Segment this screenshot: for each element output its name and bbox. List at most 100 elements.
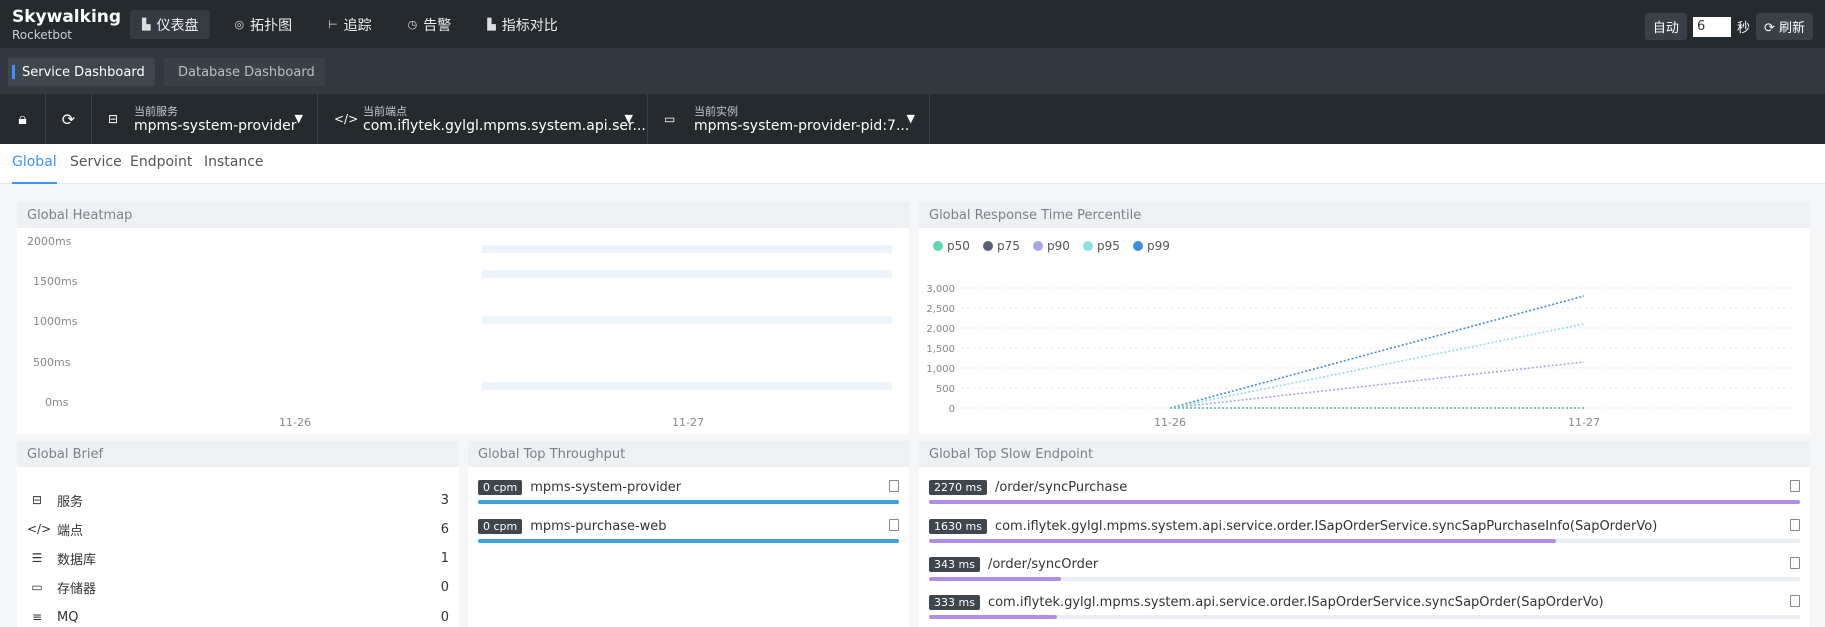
bar-track: [478, 500, 899, 504]
interval-input[interactable]: [1692, 16, 1731, 37]
metric-badge: 1630 ms: [929, 519, 987, 534]
code-icon: </>: [334, 112, 359, 126]
copy-icon[interactable]: [889, 519, 899, 531]
refresh-label: 刷新: [1778, 21, 1805, 36]
slow-endpoint-title: Global Top Slow Endpoint: [919, 441, 1810, 467]
instance-icon: ▭: [664, 112, 676, 126]
y-tick: 1500ms: [33, 275, 78, 288]
copy-icon[interactable]: [889, 480, 899, 492]
reload-button[interactable]: ⟳: [46, 94, 92, 144]
nav-label: 拓扑图: [250, 17, 293, 34]
lock-button[interactable]: 🔒︎: [0, 94, 46, 144]
legend-marker: [983, 241, 993, 251]
heatmap-cell: [482, 270, 892, 278]
list-item[interactable]: 343 ms/order/syncOrder: [929, 557, 1800, 585]
brief-value: 6: [440, 521, 449, 537]
service-selector-label: 当前服务: [134, 105, 178, 118]
chart-grid: 3,000 2,500 2,000 1,500 1,000 500 0: [926, 284, 1794, 415]
copy-icon[interactable]: [1790, 480, 1800, 492]
bar-track: [929, 539, 1800, 543]
y-tick: 2,500: [926, 304, 955, 315]
brief-value: 3: [440, 492, 449, 508]
nav-alarm[interactable]: ◷ 告警: [396, 10, 464, 39]
main-nav: ▙ 仪表盘 ◎ 拓扑图 ⊢ 追踪 ◷ 告警 ▙ 指标对比: [130, 10, 582, 39]
active-marker: [12, 65, 15, 79]
bar-fill: [929, 500, 1800, 504]
item-name: mpms-system-provider: [530, 480, 682, 495]
instance-selector[interactable]: ▭ 当前实例 mpms-system-provider-pid:7... ▼: [648, 94, 930, 144]
nav-label: 仪表盘: [156, 17, 199, 34]
series-line-p95: [1169, 323, 1585, 409]
list-item[interactable]: 2270 ms/order/syncPurchase: [929, 480, 1800, 508]
x-tick: 11-27: [1568, 416, 1600, 429]
interval-unit: 秒: [1736, 21, 1750, 36]
y-tick: 2,000: [926, 324, 955, 335]
heatmap-title: Global Heatmap: [17, 202, 909, 228]
tab-endpoint[interactable]: Endpoint: [130, 154, 192, 184]
brief-label: 数据库: [57, 552, 97, 568]
dashboard-icon: ▙: [142, 18, 151, 31]
brief-row: ⊟ 服务 3: [27, 490, 449, 510]
legend-label[interactable]: p50: [947, 239, 970, 253]
copy-icon[interactable]: [1790, 557, 1800, 569]
tab-instance[interactable]: Instance: [204, 154, 264, 184]
logo-subtitle: Rocketbot: [12, 28, 73, 42]
endpoint-selector-label: 当前端点: [363, 105, 407, 118]
series-line-p99: [1169, 295, 1585, 409]
refresh-icon: ⟳: [1763, 21, 1779, 36]
tab-global[interactable]: Global: [12, 154, 57, 184]
item-name: mpms-purchase-web: [530, 519, 667, 534]
tab-service[interactable]: Service: [70, 154, 122, 184]
y-tick: 2000ms: [27, 235, 72, 248]
nav-topology[interactable]: ◎ 拓扑图: [222, 10, 304, 39]
nav-label: 追踪: [343, 17, 372, 34]
auto-button[interactable]: 自动: [1644, 13, 1687, 40]
chevron-down-icon: ▼: [294, 112, 303, 125]
item-name: com.iflytek.gylgl.mpms.system.api.servic…: [987, 595, 1604, 610]
metric-badge: 343 ms: [929, 557, 980, 572]
dashboard-label: Database Dashboard: [178, 64, 315, 80]
brief-row: ▭ 存储器 0: [27, 577, 449, 597]
instance-selector-value: mpms-system-provider-pid:7...: [694, 118, 910, 134]
metric-badge: 333 ms: [929, 595, 980, 610]
tab-database-dashboard[interactable]: Database Dashboard: [164, 58, 325, 86]
nav-dashboard[interactable]: ▙ 仪表盘: [130, 10, 211, 39]
service-selector[interactable]: ⊟ 当前服务 mpms-system-provider ▼: [92, 94, 318, 144]
nav-trace[interactable]: ⊢ 追踪: [316, 10, 384, 39]
endpoint-selector[interactable]: </> 当前端点 com.iflytek.gylgl.mpms.system.a…: [318, 94, 648, 144]
brief-value: 0: [440, 609, 449, 625]
legend-label[interactable]: p99: [1147, 239, 1170, 253]
item-name: com.iflytek.gylgl.mpms.system.api.servic…: [994, 519, 1658, 534]
topology-icon: ◎: [234, 18, 245, 31]
percentile-card: Global Response Time Percentile p50 p75 p9…: [919, 202, 1810, 434]
y-tick: 3,000: [926, 284, 955, 295]
list-item[interactable]: 0 cpm mpms-purchase-web: [478, 519, 899, 547]
chart-x-axis: 11-26 11-27: [1154, 416, 1600, 429]
x-tick: 11-27: [672, 416, 704, 429]
copy-icon[interactable]: [1790, 519, 1800, 531]
refresh-button[interactable]: ⟳ 刷新: [1755, 13, 1813, 40]
nav-label: 指标对比: [501, 17, 558, 34]
heatmap-cell: [482, 382, 892, 390]
chevron-down-icon: ▼: [906, 112, 915, 125]
y-tick: 1,000: [926, 364, 955, 375]
trace-icon: ⊢: [328, 18, 338, 31]
list-item[interactable]: 1630 ms com.iflytek.gylgl.mpms.system.api…: [929, 519, 1800, 547]
logo[interactable]: Skywalking Rocketbot: [12, 9, 121, 42]
compare-icon: ▙: [487, 18, 496, 31]
percentile-chart: p50 p75 p90 p95 p99 3,000 2,500 2,000 1,500 1,00…: [926, 239, 1794, 429]
legend-label[interactable]: p90: [1047, 239, 1070, 253]
list-item[interactable]: 333 ms com.iflytek.gylgl.mpms.system.api.…: [929, 595, 1800, 623]
y-tick: 1,500: [926, 344, 955, 355]
brief-card: Global Brief ⊟ 服务 3 </> 端点 6 ☰ 数据库 1 ▭ 存储器 0 ≡ MQ 0: [17, 441, 459, 627]
selector-bar: 🔒︎ ⟳ ⊟ 当前服务 mpms-system-provider ▼ </> 当…: [0, 94, 1825, 144]
nav-compare[interactable]: ▙ 指标对比: [475, 10, 569, 39]
legend-marker: [1083, 241, 1093, 251]
legend-label[interactable]: p95: [1097, 239, 1120, 253]
legend-label[interactable]: p75: [997, 239, 1020, 253]
brief-label: 存储器: [57, 581, 97, 597]
list-item[interactable]: 0 cpm mpms-system-provider: [478, 480, 899, 508]
legend-marker: [1033, 241, 1043, 251]
copy-icon[interactable]: [1790, 595, 1800, 607]
tab-service-dashboard[interactable]: Service Dashboard: [8, 58, 155, 86]
